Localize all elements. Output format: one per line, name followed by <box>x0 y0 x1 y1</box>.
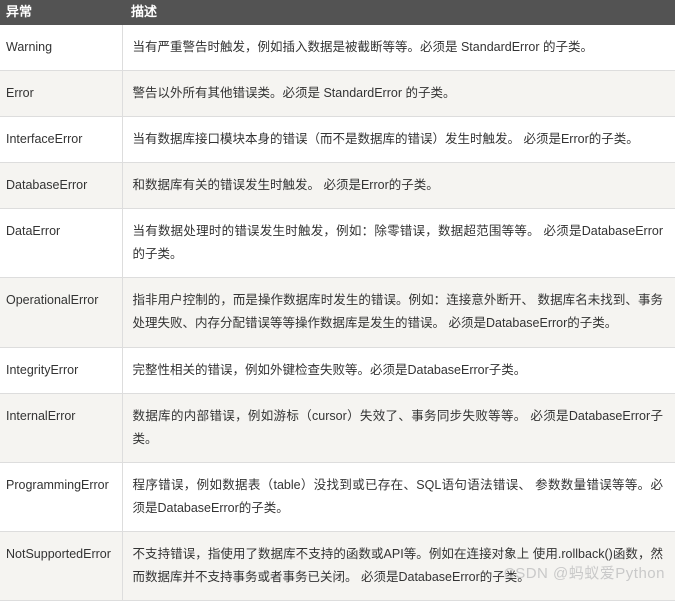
table-row: InternalError 数据库的内部错误，例如游标（cursor）失效了、事… <box>0 393 675 463</box>
table-row: ProgrammingError 程序错误，例如数据表（table）没找到或已存… <box>0 462 675 533</box>
cell-exception-name: ProgrammingError <box>0 462 123 533</box>
cell-exception-description: 警告以外所有其他错误类。必须是 StandardError 的子类。 <box>122 70 675 117</box>
cell-exception-name: IntegrityError <box>0 347 123 394</box>
exception-table: 异常 描述 Warning 当有严重警告时触发，例如插入数据是被截断等等。必须是… <box>0 0 675 601</box>
cell-exception-description: 当有数据库接口模块本身的错误（而不是数据库的错误）发生时触发。 必须是Error… <box>122 116 675 163</box>
cell-exception-name: Warning <box>0 24 123 71</box>
table-row: InterfaceError 当有数据库接口模块本身的错误（而不是数据库的错误）… <box>0 116 675 163</box>
cell-exception-description: 完整性相关的错误，例如外键检查失败等。必须是DatabaseError子类。 <box>122 347 675 394</box>
cell-exception-description: 当有数据处理时的错误发生时触发，例如：除零错误，数据超范围等等。 必须是Data… <box>122 208 675 279</box>
table-row: IntegrityError 完整性相关的错误，例如外键检查失败等。必须是Dat… <box>0 347 675 394</box>
cell-exception-name: InternalError <box>0 393 123 463</box>
table-row: Warning 当有严重警告时触发，例如插入数据是被截断等等。必须是 Stand… <box>0 24 675 71</box>
table-row: DataError 当有数据处理时的错误发生时触发，例如：除零错误，数据超范围等… <box>0 208 675 279</box>
column-header-exception: 异常 <box>6 4 33 19</box>
table-header: 异常 描述 <box>0 0 675 25</box>
table-row: Error 警告以外所有其他错误类。必须是 StandardError 的子类。 <box>0 70 675 117</box>
cell-exception-description: 指非用户控制的，而是操作数据库时发生的错误。例如：连接意外断开、 数据库名未找到… <box>122 277 675 348</box>
table-body: Warning 当有严重警告时触发，例如插入数据是被截断等等。必须是 Stand… <box>0 24 675 601</box>
cell-exception-name: DataError <box>0 208 123 279</box>
cell-exception-name: InterfaceError <box>0 116 123 163</box>
column-header-description: 描述 <box>131 4 158 19</box>
table-row: DatabaseError 和数据库有关的错误发生时触发。 必须是Error的子… <box>0 162 675 210</box>
table-header-row: 异常 描述 <box>0 0 675 25</box>
cell-exception-description: 程序错误，例如数据表（table）没找到或已存在、SQL语句语法错误、 参数数量… <box>122 462 675 533</box>
table-row: OperationalError 指非用户控制的，而是操作数据库时发生的错误。例… <box>0 277 675 348</box>
cell-exception-name: NotSupportedError <box>0 531 123 601</box>
cell-exception-name: Error <box>0 70 123 117</box>
watermark-text: CSDN @蚂蚁爱Python <box>503 565 665 582</box>
cell-exception-name: OperationalError <box>0 277 123 348</box>
cell-exception-name: DatabaseError <box>0 162 123 210</box>
page-root: 异常 描述 Warning 当有严重警告时触发，例如插入数据是被截断等等。必须是… <box>0 0 677 601</box>
cell-exception-description: 数据库的内部错误，例如游标（cursor）失效了、事务同步失败等等。 必须是Da… <box>122 393 675 463</box>
cell-exception-description: 和数据库有关的错误发生时触发。 必须是Error的子类。 <box>122 162 675 210</box>
cell-exception-description: 当有严重警告时触发，例如插入数据是被截断等等。必须是 StandardError… <box>122 24 675 71</box>
